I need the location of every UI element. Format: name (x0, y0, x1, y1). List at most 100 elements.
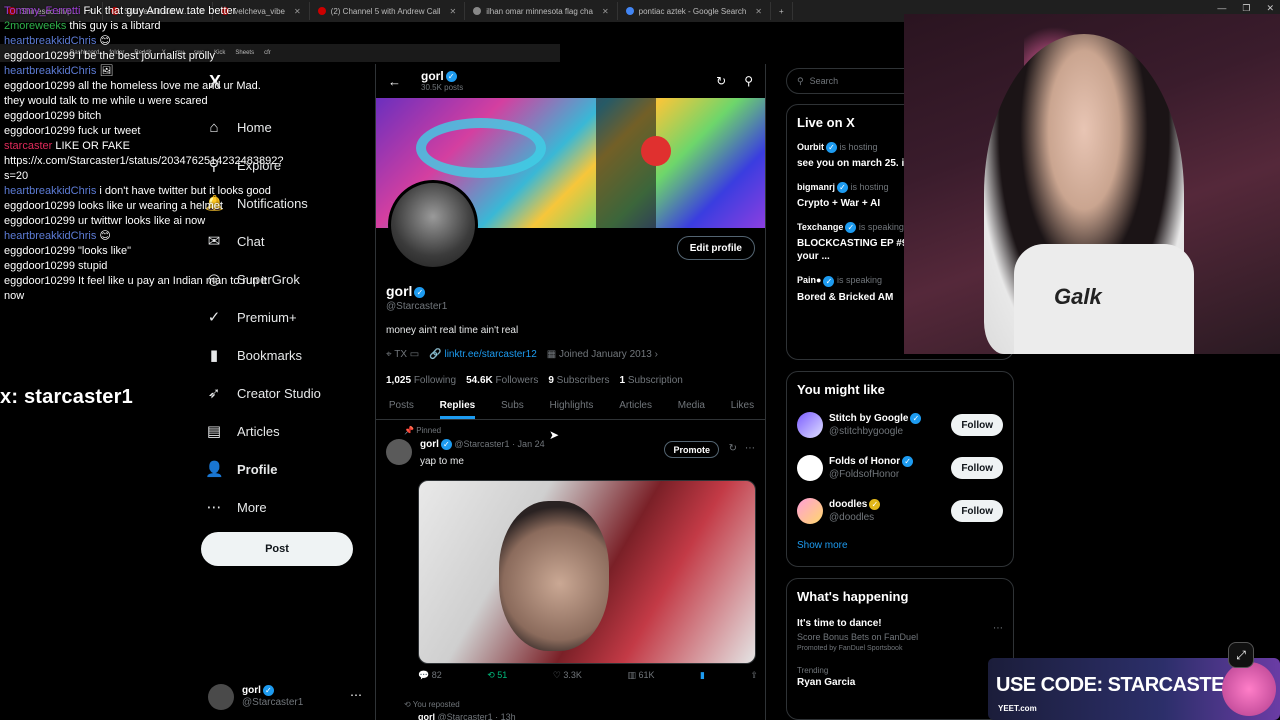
trend-name[interactable]: Ryan Garcia (797, 677, 1003, 688)
chevron-right-icon[interactable]: › (652, 349, 658, 360)
following-link[interactable]: 1,025 Following (386, 375, 456, 386)
pinned-label: Pinned (416, 426, 442, 435)
webcam-overlay: Galk (904, 14, 1280, 354)
share-icon[interactable]: ⇪ (750, 670, 758, 681)
chat-username: heartbreakkidChris (4, 185, 97, 197)
sidebar-item-articles[interactable]: ▤ Articles (205, 412, 370, 450)
verified-badge-icon: ✓ (869, 498, 881, 510)
chat-username: heartbreakkidChris (4, 65, 97, 77)
subscription-link[interactable]: 1 Subscription (619, 375, 682, 386)
more-icon[interactable]: ⋯ (993, 623, 1003, 634)
suggested-account[interactable]: Stitch by Google ✓ @stitchbygoogle Follow (797, 410, 1003, 440)
follow-button[interactable]: Follow (951, 457, 1003, 479)
post-count: 30.5K posts (421, 83, 464, 92)
profile-avatar[interactable] (388, 180, 478, 270)
tweet-image[interactable] (418, 480, 756, 664)
close-tab-icon[interactable]: ✕ (602, 7, 609, 16)
tab-favicon-icon (625, 7, 634, 15)
rocket-icon: ➶ (207, 385, 221, 402)
close-window-icon[interactable]: ✕ (1266, 3, 1274, 14)
browser-tab[interactable]: (2) Channel 5 with Andrew Call ✕ (310, 2, 466, 20)
close-tab-icon[interactable]: ✕ (755, 7, 762, 16)
host-status: is speaking (834, 275, 882, 286)
show-more-link[interactable]: Show more (797, 540, 1003, 551)
profile-stats: 1,025 Following 54.6K Followers 9 Subscr… (386, 375, 756, 386)
chat-username: heartbreakkidChris (4, 230, 97, 242)
grok-icon[interactable]: ↻ (716, 74, 726, 88)
chat-username: eggdoor10299 (4, 215, 75, 227)
sidebar-item-profile[interactable]: 👤 Profile (205, 450, 370, 488)
host-name: Texchange (797, 222, 844, 233)
promote-button[interactable]: Promote (664, 441, 719, 458)
avatar[interactable] (386, 439, 412, 465)
chat-text: bitch (74, 110, 102, 122)
post-button[interactable]: Post (201, 532, 353, 566)
like-button[interactable]: ♡ 3.3K (553, 670, 582, 681)
sidebar-item-creator-studio[interactable]: ➶ Creator Studio (205, 374, 370, 412)
tweet-author[interactable]: gorl (420, 439, 439, 450)
stream-handle-overlay: x: starcaster1 (0, 386, 133, 408)
chat-text: i don't have twitter but it looks good (96, 185, 271, 197)
views-button[interactable]: ▥ 61K (627, 670, 654, 681)
profile-location: TX (394, 349, 408, 360)
browser-tab[interactable]: ilhan omar minnesota flag cha ✕ (465, 2, 618, 20)
chat-message: eggdoor10299 "looks like" (4, 244, 274, 259)
verified-badge-icon: ✓ (902, 455, 914, 467)
maximize-icon[interactable]: ❐ (1242, 3, 1250, 14)
account-name: Folds of Honor (829, 456, 901, 467)
suggested-account[interactable]: Folds of Honor ✓ @FoldsofHonor Follow (797, 453, 1003, 483)
tab-highlights[interactable]: Highlights (550, 394, 594, 419)
chat-message: eggdoor10299 all the homeless love me an… (4, 79, 274, 109)
edit-profile-button[interactable]: Edit profile (676, 236, 755, 260)
subscribers-link[interactable]: 9 Subscribers (548, 375, 609, 386)
back-arrow-icon[interactable]: ← (388, 74, 401, 89)
reply-button[interactable]: 💬 82 (418, 670, 442, 681)
person-icon: 👤 (205, 461, 224, 478)
chat-username: 2moreweeks (4, 20, 67, 32)
follow-button[interactable]: Follow (951, 500, 1003, 522)
more-icon[interactable]: ⋯ (745, 443, 755, 454)
tab-likes[interactable]: Likes (731, 394, 754, 419)
tab-replies[interactable]: Replies (439, 394, 476, 419)
search-icon[interactable]: ⚲ (744, 74, 753, 88)
chat-message: eggdoor10299 ur twittwr looks like ai no… (4, 214, 274, 229)
chat-username: eggdoor10299 (4, 245, 75, 257)
grok-fab-button[interactable]: ⤢ (1228, 642, 1254, 668)
trend-title[interactable]: It's time to dance! (797, 618, 1003, 629)
chat-username: Tommy_Ferretti (4, 5, 81, 17)
chat-username: eggdoor10299 (4, 260, 75, 272)
verified-badge-icon: ✓ (414, 286, 426, 298)
suggested-account[interactable]: doodles ✓ @doodles Follow (797, 496, 1003, 526)
new-tab-button[interactable]: + (771, 2, 793, 20)
next-tweet-header[interactable]: gorl @Starcaster1 · 13h (418, 712, 516, 720)
minimize-icon[interactable]: — (1217, 3, 1226, 14)
browser-tab[interactable]: pontiac aztek - Google Search ✕ (618, 2, 771, 20)
tab-articles[interactable]: Articles (619, 394, 652, 419)
pinned-tweet[interactable]: 📌 Pinned gorl ✓ @Starcaster1 · Jan 24 yap… (376, 426, 765, 720)
bookmark-icon[interactable]: ▮ (700, 670, 705, 681)
follow-button[interactable]: Follow (951, 414, 1003, 436)
sidebar-item-more[interactable]: ⋯ More (205, 488, 370, 526)
verified-badge-icon: ✓ (837, 182, 849, 194)
followers-link[interactable]: 54.6K Followers (466, 375, 538, 386)
tab-media[interactable]: Media (678, 394, 705, 419)
account-switcher[interactable]: gorl ✓ @Starcaster1 ⋯ (208, 682, 368, 712)
repost-icon: ⟲ (404, 700, 413, 709)
grok-icon[interactable]: ↻ (729, 443, 737, 454)
close-tab-icon[interactable]: ✕ (294, 7, 301, 16)
reply-icon: 💬 (418, 670, 432, 680)
profile-link[interactable]: linktr.ee/starcaster12 (444, 349, 536, 360)
tab-subs[interactable]: Subs (501, 394, 524, 419)
chat-text: 😊 (96, 230, 111, 242)
sidebar-item-bookmarks[interactable]: ▮ Bookmarks (205, 336, 370, 374)
chat-message: eggdoor10299 stupid (4, 259, 274, 274)
repost-icon: ⟲ (487, 670, 498, 680)
more-icon[interactable]: ⋯ (350, 688, 362, 702)
verified-badge-icon: ✓ (845, 222, 857, 234)
repost-button[interactable]: ⟲ 51 (487, 670, 507, 681)
promoted-label: Promoted by FanDuel Sportsbook (797, 645, 903, 652)
tab-posts[interactable]: Posts (389, 394, 414, 419)
close-tab-icon[interactable]: ✕ (450, 7, 457, 16)
profile-handle: @Starcaster1 (386, 301, 448, 312)
mouse-cursor-icon: ➤ (549, 428, 560, 442)
